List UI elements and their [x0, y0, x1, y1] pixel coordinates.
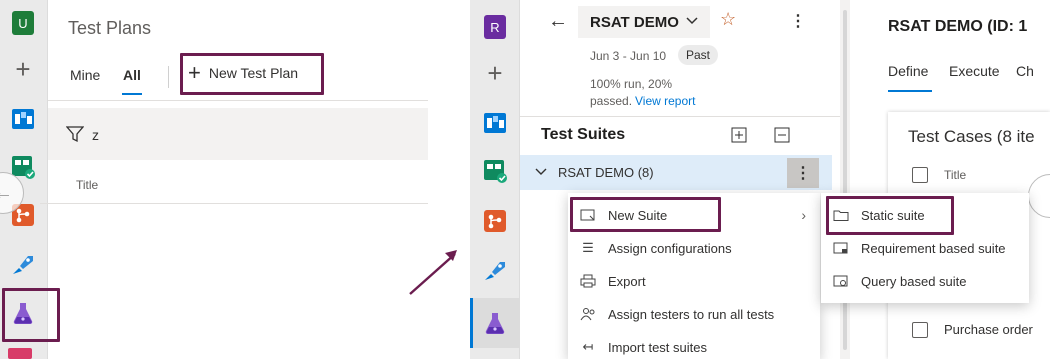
- repos-icon[interactable]: [480, 206, 510, 236]
- detail-title: RSAT DEMO (ID: 1: [888, 18, 1028, 35]
- tab-define-underline: [888, 90, 932, 92]
- test-board-icon[interactable]: [480, 156, 510, 186]
- page-title: Test Plans: [68, 18, 152, 38]
- status-badge: Past: [678, 45, 719, 65]
- column-header-title: Title: [944, 168, 967, 182]
- add-icon[interactable]: +: [8, 54, 38, 84]
- avatar: R: [484, 15, 506, 39]
- org-avatar-button[interactable]: U: [8, 8, 38, 38]
- filter-icon: [66, 126, 84, 143]
- boards-icon[interactable]: [8, 104, 38, 134]
- tab-all-underline: [122, 93, 142, 95]
- more-options-icon[interactable]: ⋮: [790, 14, 806, 30]
- plan-dates: Jun 3 - Jun 10: [590, 49, 667, 63]
- boards-icon[interactable]: [480, 108, 510, 138]
- tab-chart[interactable]: Ch: [1016, 63, 1034, 79]
- avatar: U: [12, 11, 34, 35]
- filter-input[interactable]: z: [92, 127, 99, 143]
- menu-item-assign-testers[interactable]: Assign testers to run all tests: [568, 298, 820, 330]
- menu-item-label: Assign configurations: [608, 240, 732, 256]
- expand-all-icon[interactable]: [731, 127, 747, 143]
- test-case-title[interactable]: Purchase order: [944, 322, 1033, 337]
- column-header-title: Title: [76, 178, 99, 192]
- chevron-right-icon: ›: [801, 207, 806, 223]
- highlight-box-flask: [2, 288, 60, 342]
- org-avatar-button[interactable]: R: [480, 12, 510, 42]
- add-icon[interactable]: +: [480, 58, 510, 88]
- suite-more-icon[interactable]: ⋮: [787, 158, 819, 188]
- test-cases-title: Test Cases (8 ite: [908, 127, 1035, 146]
- run-stats: 100% run, 20%: [590, 77, 673, 91]
- submenu-item-requirement-suite[interactable]: Requirement based suite: [821, 232, 1029, 264]
- printer-icon: [568, 274, 608, 288]
- query-suite-icon: [821, 274, 861, 288]
- chevron-down-icon[interactable]: [535, 167, 547, 177]
- divider: [520, 116, 840, 117]
- row-checkbox[interactable]: [912, 322, 928, 338]
- people-icon: [568, 307, 608, 321]
- menu-item-label: Import test suites: [608, 339, 707, 355]
- list-icon: ☰: [582, 240, 594, 255]
- back-arrow-icon[interactable]: ←: [548, 10, 568, 33]
- select-all-checkbox[interactable]: [912, 167, 928, 183]
- root-suite-label: RSAT DEMO (8): [558, 165, 654, 180]
- submenu-item-query-suite[interactable]: Query based suite: [821, 265, 1029, 297]
- tab-all[interactable]: All: [123, 67, 141, 83]
- artifacts-icon[interactable]: [8, 348, 32, 359]
- pipelines-icon[interactable]: [480, 256, 510, 286]
- favorite-star-icon[interactable]: ☆: [720, 9, 736, 30]
- requirement-suite-icon: [821, 241, 861, 255]
- highlight-box-new-suite: [570, 197, 721, 232]
- highlight-box-static-suite: [826, 196, 954, 235]
- menu-item-export[interactable]: Export: [568, 265, 820, 297]
- menu-item-label: Export: [608, 273, 646, 289]
- column-divider: [40, 203, 428, 204]
- pipelines-icon[interactable]: [8, 250, 38, 280]
- pass-stats: passed.: [590, 94, 633, 108]
- menu-item-label: Assign testers to run all tests: [608, 306, 775, 322]
- tab-execute[interactable]: Execute: [949, 63, 1000, 79]
- selected-nav-indicator: [470, 298, 473, 348]
- test-plans-flask-icon[interactable]: [480, 308, 510, 338]
- right-nav-rail: R +: [470, 0, 520, 359]
- filter-bar[interactable]: z: [48, 108, 428, 160]
- chevron-down-icon: [686, 17, 698, 25]
- import-icon: ↤: [582, 339, 594, 354]
- view-report-link[interactable]: View report: [635, 94, 695, 108]
- tab-divider: [168, 66, 169, 88]
- suites-header: Test Suites: [541, 126, 626, 143]
- tab-define[interactable]: Define: [888, 63, 928, 79]
- collapse-all-icon[interactable]: [774, 127, 790, 143]
- menu-item-import-test-suites[interactable]: ↤ Import test suites: [568, 331, 820, 359]
- menu-item-assign-configurations[interactable]: ☰ Assign configurations: [568, 232, 820, 264]
- screenshot-root: U + ← Test Plans Mine All + New Test Pla…: [0, 0, 1050, 359]
- header-divider: [48, 100, 428, 101]
- submenu-item-label: Query based suite: [861, 273, 967, 289]
- tab-mine[interactable]: Mine: [70, 67, 100, 83]
- submenu-item-label: Requirement based suite: [861, 240, 1006, 256]
- plan-name: RSAT DEMO: [590, 14, 679, 31]
- transition-arrow-icon: [409, 250, 457, 295]
- highlight-box-new-plan: [180, 53, 324, 95]
